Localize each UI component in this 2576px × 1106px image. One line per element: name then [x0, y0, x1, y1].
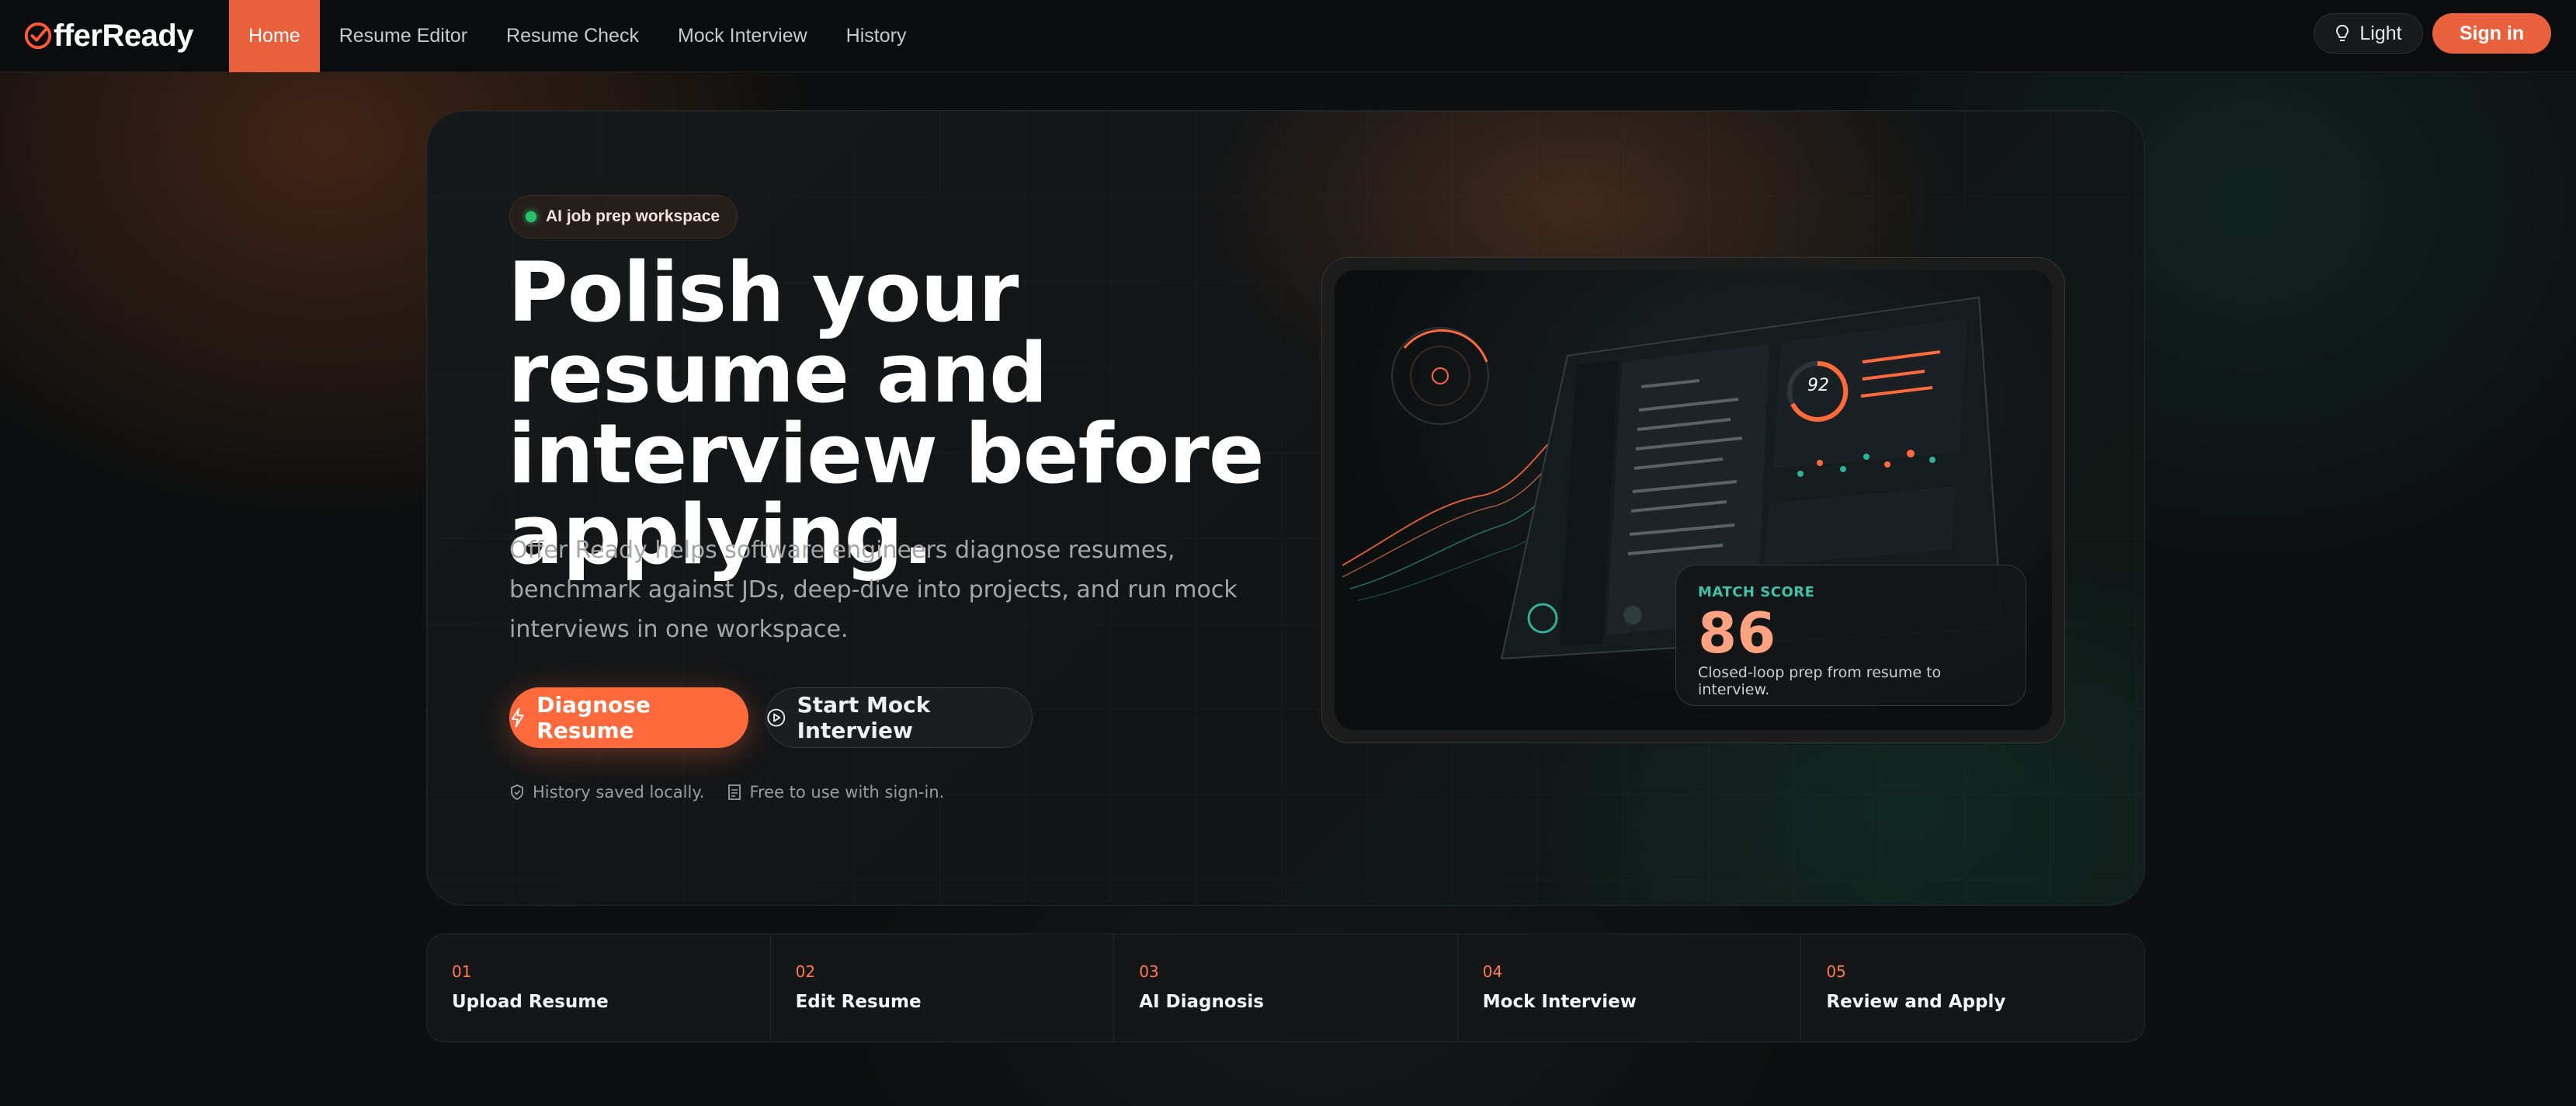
step-upload-resume: 01 Upload Resume [427, 934, 771, 1042]
nav-link-mock-interview[interactable]: Mock Interview [658, 0, 827, 72]
hero-badge-label: AI job prep workspace [546, 207, 720, 225]
step-title: AI Diagnosis [1139, 992, 1264, 1012]
note-free-text: Free to use with sign-in. [749, 783, 945, 802]
match-score-description: Closed-loop prep from resume to intervie… [1698, 664, 1942, 698]
document-icon [728, 784, 741, 800]
diagnose-resume-button[interactable]: Diagnose Resume [509, 687, 748, 748]
step-title: Edit Resume [795, 992, 922, 1012]
play-circle-icon [767, 708, 786, 727]
step-ai-diagnosis: 03 AI Diagnosis [1114, 934, 1458, 1042]
hero-subtext: Offer Ready helps software engineers dia… [509, 537, 1238, 643]
start-mock-interview-button[interactable]: Start Mock Interview [766, 687, 1033, 748]
match-score-value: 86 [1698, 600, 1776, 666]
step-number: 01 [452, 962, 472, 981]
logo[interactable]: fferReady [23, 14, 194, 57]
process-steps: 01 Upload Resume 02 Edit Resume 03 AI Di… [426, 934, 2145, 1042]
step-title: Upload Resume [452, 992, 609, 1012]
hero-headline: Polish your resume and interview before … [508, 245, 1265, 583]
step-number: 04 [1482, 962, 1503, 981]
logo-check-icon [24, 22, 52, 50]
shield-check-icon [511, 784, 523, 801]
status-dot-icon [526, 211, 536, 222]
step-title: Mock Interview [1482, 992, 1637, 1012]
note-free: Free to use with sign-in. [727, 783, 944, 802]
nav-link-home[interactable]: Home [229, 0, 320, 72]
nav-link-history[interactable]: History [827, 0, 926, 72]
bulb-icon [2336, 24, 2349, 41]
logo-text: fferReady [54, 18, 194, 53]
note-history-text: History saved locally. [533, 783, 705, 802]
step-number: 03 [1139, 962, 1159, 981]
start-mock-interview-label: Start Mock Interview [797, 692, 931, 743]
match-score-card: MATCH SCORE 86 Closed-loop prep from res… [1675, 565, 2026, 706]
nav-links: Home Resume Editor Resume Check Mock Int… [229, 0, 925, 72]
hero-badge: AI job prep workspace [509, 195, 738, 238]
step-number: 05 [1826, 962, 1846, 981]
step-number: 02 [795, 962, 816, 981]
step-title: Review and Apply [1826, 992, 2006, 1012]
dashboard-score: 92 [1807, 376, 1829, 395]
nav-link-resume-check[interactable]: Resume Check [487, 0, 658, 72]
step-mock-interview: 04 Mock Interview [1458, 934, 1802, 1042]
lightning-icon [511, 708, 524, 728]
match-score-label: MATCH SCORE [1698, 584, 1815, 600]
hero-card: AI job prep workspace Polish your resume… [426, 110, 2145, 906]
sign-in-button[interactable]: Sign in [2432, 13, 2551, 54]
step-edit-resume: 02 Edit Resume [771, 934, 1115, 1042]
step-review-and-apply: 05 Review and Apply [1801, 934, 2144, 1042]
hero-notes: History saved locally. Free to use with … [509, 781, 944, 804]
theme-toggle-label: Light [2359, 22, 2402, 44]
top-nav: fferReady Home Resume Editor Resume Chec… [0, 0, 2576, 72]
nav-link-resume-editor[interactable]: Resume Editor [320, 0, 487, 72]
note-history: History saved locally. [509, 783, 704, 802]
diagnose-resume-label: Diagnose Resume [536, 692, 651, 743]
theme-toggle-button[interactable]: Light [2314, 13, 2423, 54]
